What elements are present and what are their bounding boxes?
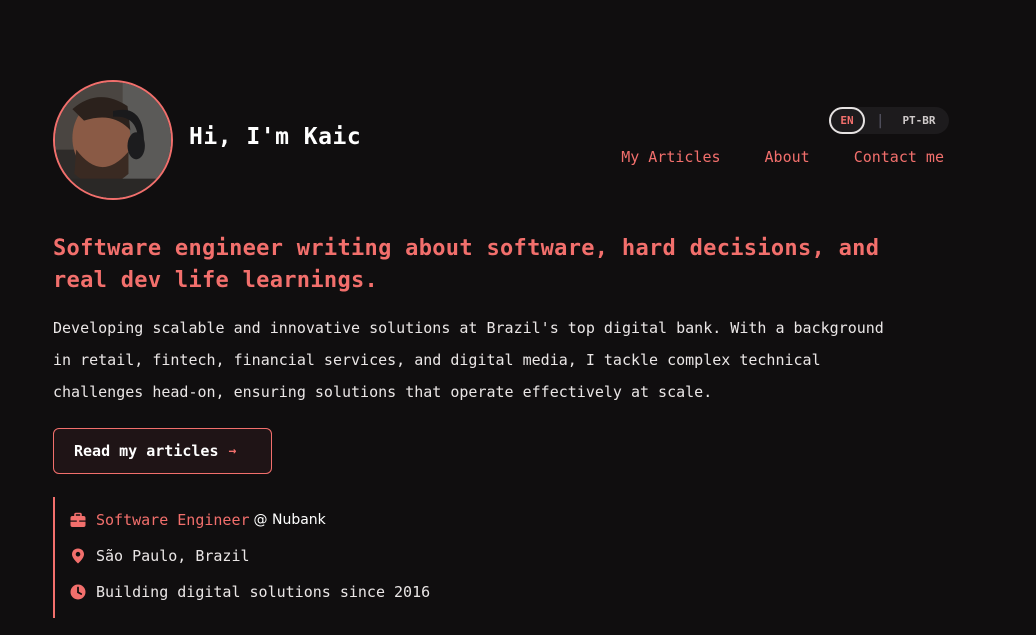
profile-info-list: Software Engineer @ Nubank São Paulo, Br… [53, 497, 553, 618]
language-ptbr-option[interactable]: PT-BR [902, 114, 935, 127]
language-en-option[interactable]: EN [829, 107, 865, 134]
hero-headline-line1: Software engineer writing about software… [53, 236, 880, 261]
briefcase-icon [69, 511, 87, 529]
location-text: São Paulo, Brazil [96, 547, 250, 565]
hero-intro-line2: in retail, fintech, financial services, … [53, 351, 821, 369]
role-title: Software Engineer [96, 511, 250, 529]
language-separator: | [876, 112, 885, 129]
nav-my-articles[interactable]: My Articles [621, 148, 720, 166]
nav-contact-me[interactable]: Contact me [854, 148, 944, 166]
read-articles-label: Read my articles [74, 442, 219, 460]
arrow-right-icon: → [228, 443, 237, 459]
info-row-role: Software Engineer @ Nubank [69, 511, 326, 529]
greeting-title: Hi, I'm Kaic [189, 124, 362, 150]
main-nav: My Articles About Contact me [621, 148, 944, 166]
info-row-location: São Paulo, Brazil [69, 547, 250, 565]
location-pin-icon [69, 547, 87, 565]
page: Hi, I'm Kaic EN | PT-BR My Articles Abou… [0, 0, 1036, 635]
company-name: @ Nubank [253, 512, 326, 528]
read-articles-button[interactable]: Read my articles → [53, 428, 272, 474]
avatar [53, 80, 173, 200]
hero-intro: Developing scalable and innovative solut… [53, 312, 973, 408]
language-switcher[interactable]: EN | PT-BR [829, 107, 949, 134]
clock-icon [69, 583, 87, 601]
hero-intro-line3: challenges head-on, ensuring solutions t… [53, 383, 713, 401]
since-text: Building digital solutions since 2016 [96, 583, 431, 601]
info-row-since: Building digital solutions since 2016 [69, 583, 430, 601]
hero-headline: Software engineer writing about software… [53, 233, 973, 297]
avatar-photo [55, 82, 171, 198]
nav-about[interactable]: About [765, 148, 810, 166]
hero-intro-line1: Developing scalable and innovative solut… [53, 319, 884, 337]
hero-headline-line2: real dev life learnings. [53, 268, 379, 293]
